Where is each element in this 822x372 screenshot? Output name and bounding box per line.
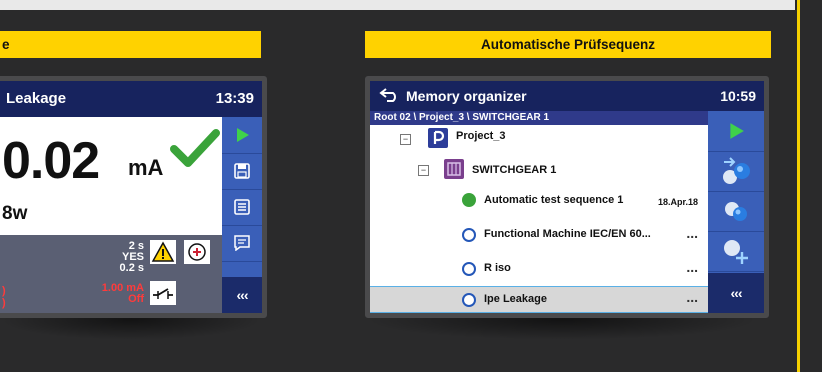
breadcrumb: Root 02 \ Project_3 \ SWITCHGEAR 1: [370, 111, 708, 125]
add-object-button[interactable]: [708, 231, 764, 272]
more-options-button[interactable]: ‹‹‹: [222, 277, 262, 313]
tree-item-switchgear[interactable]: − SWITCHGEAR 1: [370, 155, 708, 183]
list-icon: [234, 199, 250, 215]
play-icon: [237, 128, 249, 142]
tree-item-auto-sequence[interactable]: Automatic test sequence 1 18.Apr.18: [370, 187, 708, 215]
more-options-button[interactable]: ‹‹‹: [708, 273, 764, 313]
power-value: 8w: [2, 203, 28, 224]
pending-status-icon: [462, 293, 476, 307]
comment-button[interactable]: [222, 225, 262, 262]
left-panel-header: e: [0, 31, 261, 58]
warning-icon: [150, 240, 176, 264]
main-measurement-value: 0.02: [2, 132, 100, 190]
save-icon: [234, 163, 250, 179]
pass-check-icon: [170, 129, 220, 167]
add-test-icon: [723, 157, 750, 184]
collapse-toggle[interactable]: −: [400, 134, 411, 145]
more-dots[interactable]: ...: [686, 289, 698, 305]
tree-item-functional-machine[interactable]: Functional Machine IEC/EN 60... ...: [370, 221, 708, 249]
screen-time: 10:59: [720, 88, 756, 104]
top-strip: [0, 0, 795, 10]
right-action-sidebar: ‹‹‹: [708, 111, 764, 313]
save-button[interactable]: [222, 153, 262, 190]
tree-item-label: Project_3: [456, 130, 506, 142]
switchgear-icon: [444, 159, 464, 179]
measurement-area: 0.02 mA 8w ) ) 2 s YES 0.2 s 1.00 mA Off: [0, 117, 222, 313]
right-device-screen: Memory organizer 10:59 Root 02 \ Project…: [365, 76, 769, 318]
passed-status-icon: [462, 193, 476, 207]
right-panel-header: Automatische Prüfsequenz: [365, 31, 771, 58]
screen-header: Leakage 13:39: [0, 81, 262, 117]
add-object-icon: [724, 240, 748, 264]
tree-item-label: SWITCHGEAR 1: [472, 164, 557, 176]
tree-item-r-iso[interactable]: R iso ...: [370, 255, 708, 283]
limit-state: Off: [128, 293, 144, 305]
main-measurement-unit: mA: [128, 155, 164, 180]
comment-icon: [234, 235, 250, 251]
test-objects-button[interactable]: [708, 191, 764, 232]
tree-item-label: Automatic test sequence 1: [484, 194, 624, 206]
test-objects-icon: [725, 202, 747, 221]
tree-item-project[interactable]: − Project_3: [370, 125, 708, 153]
left-action-sidebar: ‹‹‹: [222, 117, 262, 313]
more-dots[interactable]: ...: [686, 225, 698, 241]
switch-contact-icon: [150, 281, 176, 305]
tree-item-label: R iso: [484, 262, 511, 274]
start-button[interactable]: [222, 117, 262, 154]
more-dots[interactable]: ...: [686, 259, 698, 275]
tree-item-label: Ipe Leakage: [484, 293, 547, 305]
left-device-screen: Leakage 13:39 0.02 mA 8w ) ) 2 s YES 0.2…: [0, 76, 267, 318]
collapse-toggle[interactable]: −: [418, 165, 429, 176]
back-arrow-icon[interactable]: [378, 87, 400, 103]
play-icon: [730, 123, 744, 139]
pending-status-icon: [462, 262, 476, 276]
add-test-button[interactable]: [708, 151, 764, 192]
screen-title: Memory organizer: [406, 88, 527, 104]
start-button[interactable]: [708, 111, 764, 152]
project-icon: [428, 128, 448, 148]
list-button[interactable]: [222, 189, 262, 226]
tree-item-ipe-leakage[interactable]: Ipe Leakage ...: [370, 286, 709, 313]
memory-tree: − Project_3 − SWITCHGEAR 1 Automatic tes…: [370, 125, 709, 313]
screen-header: Memory organizer 10:59: [370, 81, 764, 111]
tree-item-date: 18.Apr.18: [657, 197, 698, 207]
pending-status-icon: [462, 228, 476, 242]
tree-item-label: Functional Machine IEC/EN 60...: [484, 228, 651, 240]
param-delay: 0.2 s: [119, 262, 144, 274]
screen-title: Leakage: [6, 90, 67, 107]
left-red-marks: ) ): [2, 285, 6, 309]
screen-time: 13:39: [215, 90, 254, 107]
probe-icon: [184, 240, 210, 264]
yellow-divider-line: [797, 0, 800, 372]
parameter-values: 2 s YES 0.2 s 1.00 mA Off: [84, 241, 144, 305]
parameter-panel: ) ) 2 s YES 0.2 s 1.00 mA Off: [0, 235, 222, 313]
